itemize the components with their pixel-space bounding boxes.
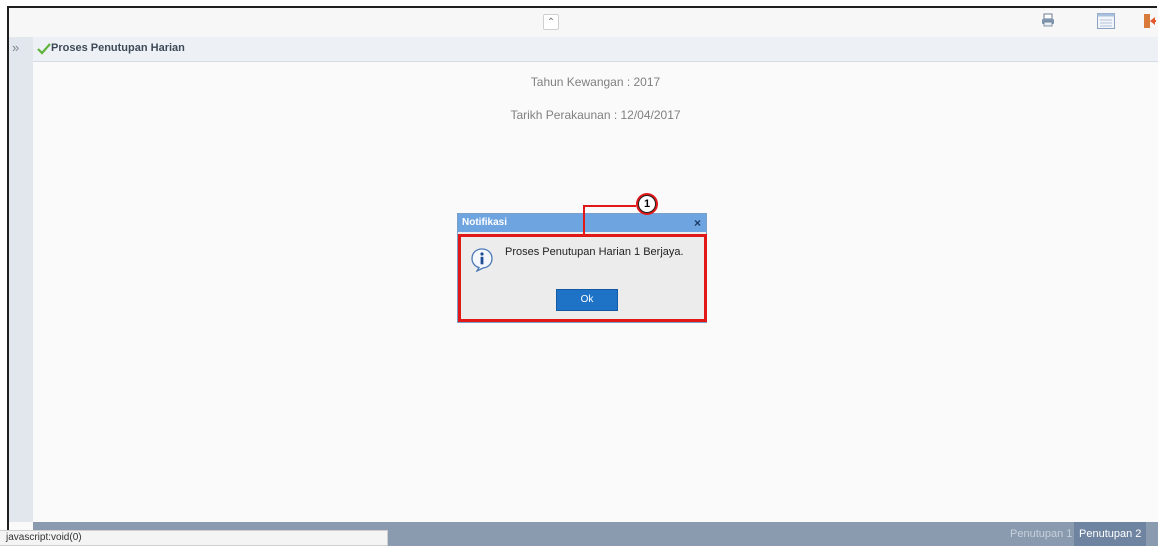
top-toolbar: ⌃	[9, 8, 1158, 38]
tab-penutupan-2[interactable]: Penutupan 2	[1074, 522, 1147, 546]
annotation-number-badge: 1	[636, 193, 658, 215]
double-chevron-right-icon[interactable]: »	[12, 41, 19, 55]
annotation-connector	[583, 205, 636, 207]
page-title-bar: Proses Penutupan Harian	[33, 37, 1158, 62]
browser-status-bar: javascript:void(0)	[0, 530, 388, 546]
page-title: Proses Penutupan Harian	[51, 42, 185, 54]
tab-penutupan-1[interactable]: Penutupan 1	[1005, 522, 1077, 546]
printer-icon[interactable]	[1041, 13, 1055, 32]
fiscal-year-text: Tahun Kewangan : 2017	[530, 75, 661, 89]
dialog-header: Notifikasi ×	[458, 214, 706, 232]
close-icon[interactable]: ×	[694, 215, 701, 231]
annotation-highlight-box	[458, 234, 707, 322]
annotation-number: 1	[638, 195, 656, 213]
annotation-connector	[583, 205, 585, 235]
double-chevron-up-icon[interactable]: ⌃	[543, 14, 559, 30]
checkmark-icon	[37, 42, 51, 60]
accounting-date-text: Tarikh Perakaunan : 12/04/2017	[510, 108, 681, 122]
dialog-title: Notifikasi	[462, 217, 508, 228]
sidebar: »	[9, 37, 34, 522]
exit-icon[interactable]	[1143, 13, 1157, 34]
list-view-icon[interactable]	[1097, 13, 1115, 34]
